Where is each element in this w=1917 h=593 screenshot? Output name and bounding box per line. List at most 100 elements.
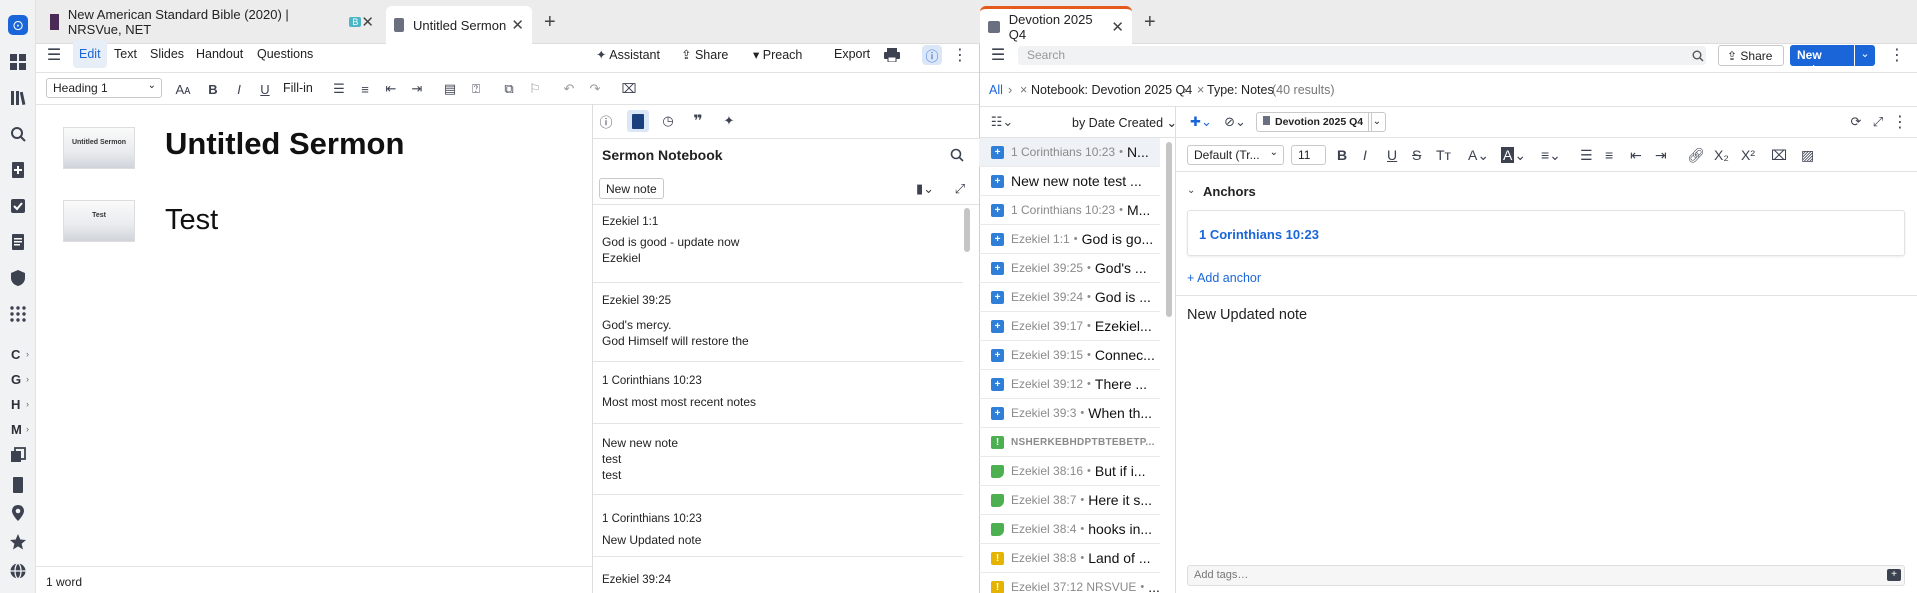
notes-list-row[interactable]: + Ezekiel 39:25 • God's ... — [979, 254, 1160, 283]
underline-icon[interactable]: U — [1387, 146, 1397, 164]
note-body[interactable]: New Updated note — [1187, 307, 1307, 323]
new-tab-plus-icon[interactable]: + — [1144, 12, 1156, 32]
highlight-icon[interactable]: A ⌄ — [1501, 146, 1526, 164]
remove-filter-icon[interactable]: × — [1020, 83, 1027, 97]
apps-grid-icon[interactable] — [8, 304, 28, 324]
list-item[interactable]: 1 Corinthians 10:23 Most most most recen… — [593, 375, 963, 424]
breadcrumb-type-filter[interactable]: Type: Notes — [1207, 83, 1274, 97]
sort-select[interactable]: by Date Created ⌄ — [1072, 115, 1177, 130]
outline-icon[interactable]: ▤ — [441, 80, 459, 98]
more-vertical-icon[interactable]: ⋮ — [1888, 46, 1906, 64]
slide-thumbnail[interactable]: Untitled Sermon — [63, 127, 135, 169]
list-item[interactable]: New new note test test — [593, 435, 963, 495]
outdent-icon[interactable]: ⇤ — [382, 80, 400, 98]
menu-edit[interactable]: Edit — [73, 40, 107, 68]
home-icon[interactable]: ⊙ — [8, 15, 28, 35]
bold-icon[interactable]: B — [1337, 146, 1347, 164]
image-icon[interactable]: ▨ — [1801, 146, 1814, 164]
superscript-icon[interactable]: X² — [1741, 146, 1755, 164]
redo-icon[interactable]: ↷ — [586, 80, 604, 98]
bookmark-icon[interactable]: ⚐ — [526, 80, 544, 98]
notes-list-row[interactable]: + Ezekiel 39:17 • Ezekiel... — [979, 312, 1160, 341]
shield-icon[interactable] — [8, 268, 28, 288]
list-item[interactable]: Ezekiel 39:25 God's mercy. God Himself w… — [593, 295, 963, 362]
remove-filter-icon[interactable]: × — [1197, 83, 1204, 97]
outdent-icon[interactable]: ⇤ — [1630, 146, 1642, 164]
location-pin-icon[interactable] — [8, 503, 28, 523]
fill-in-button[interactable]: Fill-in — [283, 81, 313, 95]
hamburger-menu-icon[interactable]: ☰ — [989, 46, 1007, 64]
numbered-list-icon[interactable]: ≡ — [1605, 146, 1613, 164]
add-doc-icon[interactable] — [8, 160, 28, 180]
star-icon[interactable] — [8, 532, 28, 552]
notes-list-row[interactable]: ! NSHERKEBHDPTBTEBETP... — [979, 428, 1160, 457]
notes-list-row[interactable]: +1 Corinthians 10:23 • N... — [979, 138, 1160, 167]
bold-icon[interactable]: B — [204, 80, 222, 98]
align-icon[interactable]: ≡⌄ — [1541, 146, 1561, 164]
tags-input[interactable]: Add tags… — [1187, 565, 1905, 586]
history-icon[interactable]: ◷ — [659, 112, 677, 130]
clear-icon[interactable]: ⊘⌄ — [1223, 113, 1247, 131]
new-note-button[interactable]: New note — [599, 178, 664, 199]
chevron-down-icon[interactable]: ⌄ — [1855, 45, 1875, 66]
list-view-icon[interactable]: ☷⌄ — [990, 113, 1014, 131]
more-vertical-icon[interactable]: ⋮ — [1891, 113, 1909, 131]
bullet-list-icon[interactable]: ☰ — [1580, 146, 1593, 164]
search-icon[interactable] — [8, 124, 28, 144]
export-button[interactable]: Export — [834, 47, 870, 61]
breadcrumb-notebook-filter[interactable]: Notebook: Devotion 2025 Q4 — [1031, 83, 1192, 97]
style-select[interactable]: Heading 1 ⌄ — [46, 78, 162, 98]
clear-format-icon[interactable]: ⌧ — [620, 80, 638, 98]
checklist-icon[interactable] — [8, 196, 28, 216]
share-button[interactable]: ⇪ Share — [681, 47, 728, 62]
strikethrough-icon[interactable]: S — [1412, 146, 1421, 164]
more-vertical-icon[interactable]: ⋮ — [951, 46, 969, 64]
question-box-icon[interactable]: ⍰ — [467, 80, 485, 98]
notes-list-row[interactable]: + Ezekiel 39:24 • God is ... — [979, 283, 1160, 312]
sync-icon[interactable]: ⟳ — [1847, 113, 1865, 131]
rail-letter-c[interactable]: C — [11, 347, 20, 362]
sermon-heading[interactable]: Untitled Sermon — [165, 126, 404, 162]
notes-list-row[interactable]: Ezekiel 38:16 • But if i... — [979, 457, 1160, 486]
menu-slides[interactable]: Slides — [150, 47, 184, 61]
document-icon[interactable] — [8, 232, 28, 252]
add-anchor-icon[interactable]: ✚⌄ — [1189, 113, 1213, 131]
menu-questions[interactable]: Questions — [257, 47, 313, 61]
copy-icon[interactable] — [8, 445, 28, 465]
slide-thumbnail[interactable]: Test — [63, 200, 135, 242]
expand-icon[interactable]: ⤢ — [1869, 113, 1887, 131]
notes-list-row[interactable]: +1 Corinthians 10:23 • M... — [979, 196, 1160, 225]
menu-text[interactable]: Text — [114, 47, 137, 61]
rail-letter-m[interactable]: M — [11, 422, 22, 437]
sparkle-icon[interactable]: ✦ — [720, 112, 738, 130]
notes-list-row[interactable]: ! Ezekiel 37:12 NRSVUE •... — [979, 573, 1160, 593]
bullet-list-icon[interactable]: ☰ — [330, 80, 348, 98]
numbered-list-icon[interactable]: ≡ — [356, 80, 374, 98]
italic-icon[interactable]: I — [1363, 146, 1367, 164]
print-icon[interactable] — [883, 46, 901, 64]
tab-devotion[interactable]: Devotion 2025 Q4 ✕ — [980, 6, 1132, 44]
list-item[interactable]: Ezekiel 39:24 — [593, 574, 963, 593]
tag-add-icon[interactable]: + — [1887, 569, 1901, 581]
breadcrumb-all[interactable]: All — [989, 83, 1003, 97]
font-color-icon[interactable]: A⌄ — [1468, 146, 1489, 164]
search-icon[interactable] — [948, 146, 966, 164]
link-icon[interactable]: 🔗︎ — [1687, 146, 1705, 164]
notes-list-row[interactable]: Ezekiel 38:4 • hooks in... — [979, 515, 1160, 544]
notebook-filter-icon[interactable]: ▮⌄ — [912, 180, 938, 198]
notebook-tab-icon[interactable] — [627, 110, 649, 132]
italic-icon[interactable]: I — [230, 80, 248, 98]
menu-handout[interactable]: Handout — [196, 47, 243, 61]
anchor-link[interactable]: 1 Corinthians 10:23 — [1199, 227, 1319, 242]
rail-letter-h[interactable]: H — [11, 397, 20, 412]
notes-list-row[interactable]: Ezekiel 38:7 • Here it s... — [979, 486, 1160, 515]
info-icon[interactable]: ⓘ — [597, 112, 615, 130]
preach-button[interactable]: ▾ Preach — [753, 47, 802, 62]
notes-list-row[interactable]: ! Ezekiel 38:8 • Land of ... — [979, 544, 1160, 573]
clear-format-icon[interactable]: ⌧ — [1771, 146, 1787, 164]
list-item[interactable]: Ezekiel 1:1 God is good - update now Eze… — [593, 216, 963, 283]
rail-letter-g[interactable]: G — [11, 372, 21, 387]
tab-bible[interactable]: New American Standard Bible (2020) | NRS… — [42, 6, 382, 38]
font-select[interactable]: Default (Tr... ⌄ — [1187, 145, 1284, 165]
info-icon[interactable]: ⓘ — [922, 45, 942, 65]
